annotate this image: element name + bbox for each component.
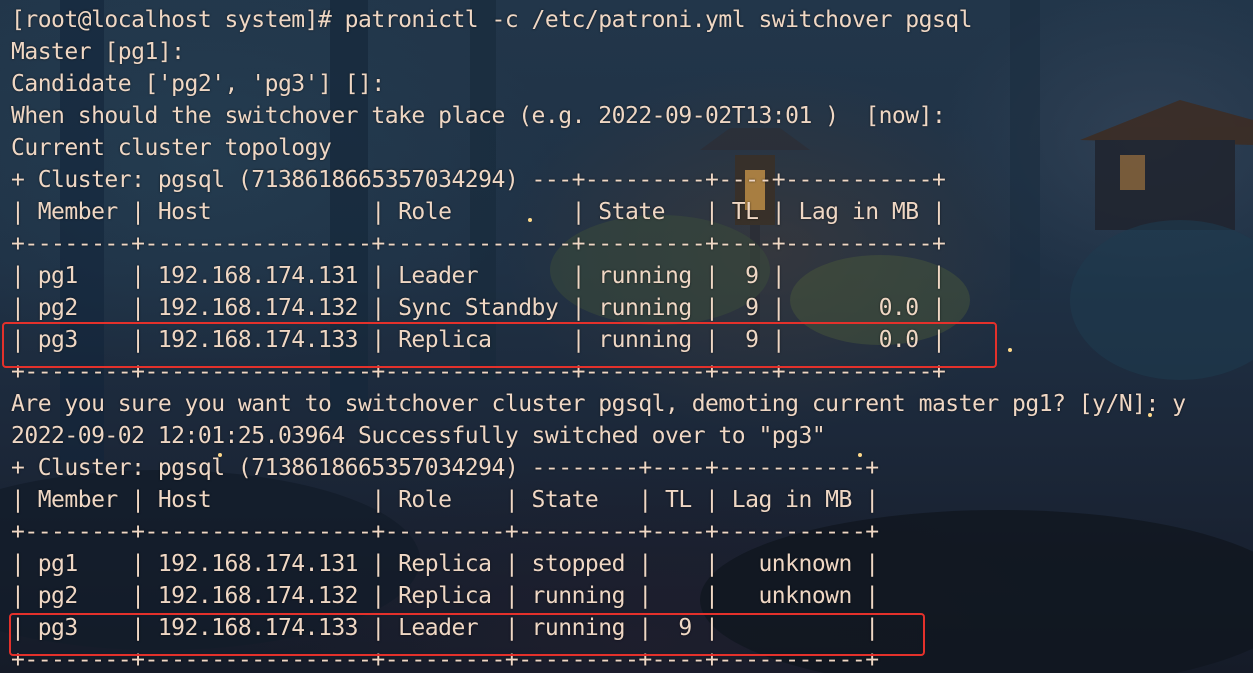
table1-border-top: + Cluster: pgsql (7138618665357034294) -… [11, 167, 946, 193]
highlight-box-pg3-leader [9, 613, 925, 656]
table1-row-pg2: | pg2 | 192.168.174.132 | Sync Standby |… [11, 295, 946, 321]
confirm-prompt: Are you sure you want to switchover clus… [11, 391, 1186, 417]
topology-heading: Current cluster topology [11, 135, 332, 161]
table1-row-pg1: | pg1 | 192.168.174.131 | Leader | runni… [11, 263, 946, 289]
prompt-master: Master [pg1]: [11, 39, 185, 65]
table2-border-mid: +--------+-----------------+---------+--… [11, 519, 879, 545]
prompt-candidate: Candidate ['pg2', 'pg3'] []: [11, 71, 385, 97]
highlight-box-pg3-replica [2, 322, 997, 368]
table2-border-top: + Cluster: pgsql (7138618665357034294) -… [11, 455, 879, 481]
table2-row-pg2: | pg2 | 192.168.174.132 | Replica | runn… [11, 583, 879, 609]
table1-border-mid: +--------+-----------------+------------… [11, 231, 946, 257]
command-line: [root@localhost system]# patronictl -c /… [11, 7, 972, 33]
table2-header-row: | Member | Host | Role | State | TL | La… [11, 487, 879, 513]
table1-header-row: | Member | Host | Role | State | TL | La… [11, 199, 946, 225]
table2-row-pg1: | pg1 | 192.168.174.131 | Replica | stop… [11, 551, 879, 577]
success-message: 2022-09-02 12:01:25.03964 Successfully s… [11, 423, 826, 449]
prompt-when: When should the switchover take place (e… [11, 103, 946, 129]
